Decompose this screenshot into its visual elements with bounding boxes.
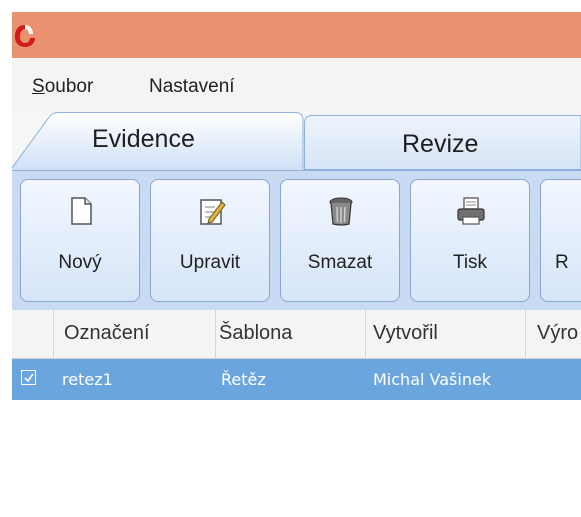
- edit-button[interactable]: Upravit: [150, 179, 270, 302]
- trash-can-icon: [329, 197, 353, 226]
- table-body-empty: [12, 400, 581, 517]
- menu-soubor-mnemonic: S: [32, 76, 45, 97]
- column-header-oznaceni[interactable]: Označení: [64, 322, 150, 345]
- toolbar: Nový Upravit Smazat Tisk R: [12, 170, 581, 311]
- tab-evidence-label: Evidence: [92, 125, 195, 153]
- app-logo-icon: [13, 23, 37, 49]
- menubar: Soubor Nastavení: [12, 58, 581, 112]
- table-row[interactable]: retez1 Řetěz Michal Vašinek: [12, 359, 581, 400]
- checkmark-icon: [24, 373, 34, 383]
- print-button-label: Tisk: [452, 252, 488, 273]
- column-header-sablona[interactable]: Šablona: [219, 322, 292, 345]
- tab-revize[interactable]: Revize: [304, 115, 581, 170]
- row-checkbox[interactable]: [21, 370, 36, 385]
- print-button[interactable]: Tisk: [410, 179, 530, 302]
- tab-evidence[interactable]: Evidence: [12, 112, 312, 171]
- column-separator: [365, 310, 366, 358]
- titlebar: [12, 12, 581, 58]
- new-button[interactable]: Nový: [20, 179, 140, 302]
- tab-bar: Revize Evidence: [12, 112, 581, 171]
- delete-button[interactable]: Smazat: [280, 179, 400, 302]
- cell-oznaceni: retez1: [62, 370, 113, 389]
- toolbar-button-r[interactable]: R: [540, 179, 581, 302]
- edit-button-label: Upravit: [179, 252, 241, 273]
- delete-button-label: Smazat: [307, 252, 373, 273]
- window-frame-left: [0, 0, 12, 517]
- toolbar-button-r-label: R: [555, 252, 569, 273]
- printer-icon: [457, 197, 485, 225]
- new-document-icon: [71, 197, 92, 225]
- column-separator: [53, 310, 54, 358]
- column-header-vytvoril[interactable]: Vytvořil: [373, 322, 438, 345]
- cell-sablona: Řetěz: [221, 370, 266, 389]
- menu-nastaveni[interactable]: Nastavení: [149, 76, 235, 98]
- menu-soubor[interactable]: Soubor: [32, 76, 93, 98]
- app-window: Soubor Nastavení Revize Evidence Nový Up…: [12, 12, 581, 517]
- cell-vytvoril: Michal Vašinek: [373, 370, 492, 389]
- column-header-vyrobce[interactable]: Výro: [537, 322, 578, 345]
- column-separator: [215, 310, 216, 358]
- menu-soubor-label: oubor: [44, 76, 94, 97]
- column-separator: [525, 310, 526, 358]
- new-button-label: Nový: [58, 252, 102, 273]
- tab-revize-label: Revize: [402, 130, 479, 158]
- table-header: Označení Šablona Vytvořil Výro: [12, 310, 581, 359]
- edit-pencil-icon: [200, 199, 226, 225]
